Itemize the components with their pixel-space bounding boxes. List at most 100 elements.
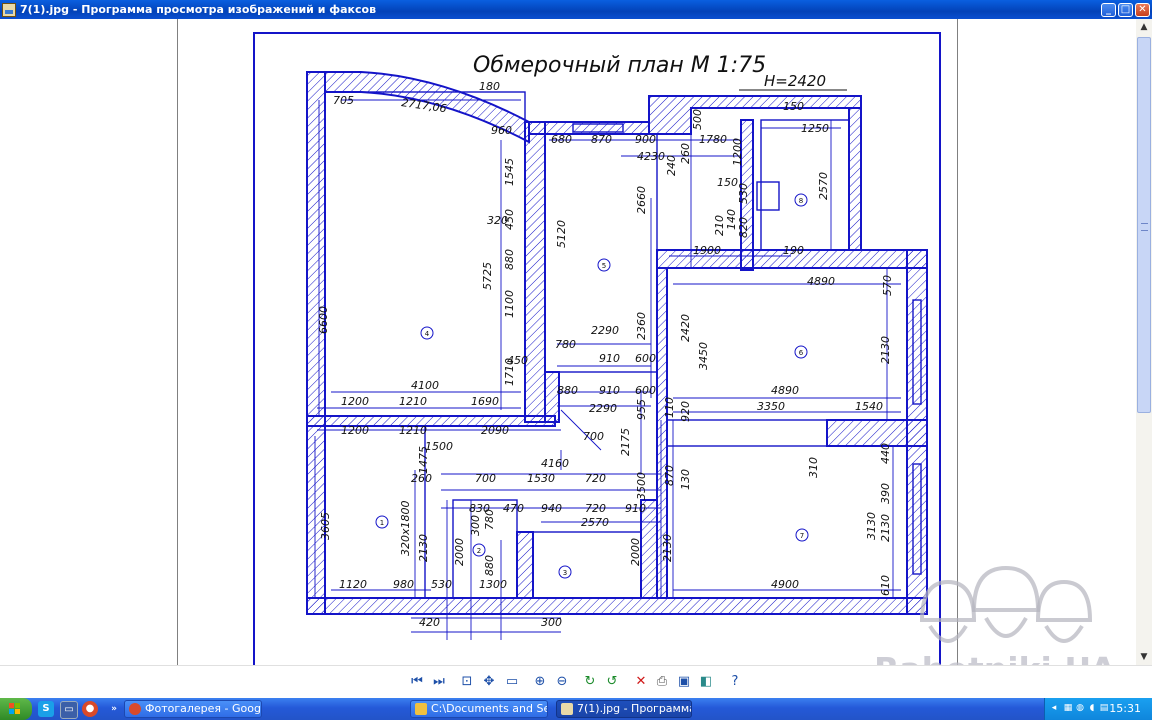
vertical-scrollbar[interactable]: ▲ ▼ — [1136, 19, 1152, 665]
dim-label: 310 — [807, 457, 820, 478]
dim-label: 870 — [663, 465, 676, 486]
dim-label: 2290 — [589, 402, 617, 415]
dim-label: 1210 — [399, 395, 427, 408]
system-tray: ◂ ▦ ◍ ◖ ▤ 15:31 — [1044, 698, 1152, 720]
dim-label: 880 — [483, 555, 496, 576]
skype-icon[interactable]: S — [38, 701, 54, 717]
slideshow-icon[interactable]: ▭ — [503, 673, 521, 691]
dim-label: 600 — [635, 352, 656, 365]
viewer-background-left — [0, 19, 177, 665]
dim-label: 955 — [635, 399, 648, 420]
dim-label: 2130 — [661, 534, 674, 562]
dim-label: 240 — [665, 155, 678, 176]
dim-label: 940 — [541, 502, 562, 515]
volume-icon[interactable]: ◖ — [1087, 703, 1097, 713]
dim-label: 420 — [419, 616, 440, 629]
dim-label: 440 — [879, 443, 892, 464]
displayed-image[interactable]: Обмерочный план М 1:75 Н=2420 1 2 3 4 5 … — [177, 19, 958, 665]
start-button[interactable] — [0, 698, 32, 720]
dim-label: 1545 — [503, 158, 516, 186]
taskbar-item-label: C:\Documents and Se... — [431, 702, 548, 715]
room-number-4: 4 — [425, 330, 430, 338]
rotate-ccw-icon[interactable]: ↺ — [603, 673, 621, 691]
zoom-in-icon[interactable]: ⊕ — [531, 673, 549, 691]
windows-logo-icon — [9, 703, 20, 714]
dim-label: 320x1800 — [399, 500, 412, 556]
dim-label: 3500 — [635, 472, 648, 500]
delete-icon[interactable]: ✕ — [632, 673, 650, 691]
prev-image-icon[interactable]: ⏮ — [408, 673, 426, 691]
dim-label: 600 — [635, 384, 656, 397]
dim-label: 150 — [783, 100, 804, 113]
dim-label: 980 — [393, 578, 414, 591]
dim-label: 2000 — [453, 538, 466, 566]
language-flag-icon[interactable]: ▤ — [1099, 703, 1109, 713]
dim-label: 500 — [691, 109, 704, 130]
dim-label: 3450 — [697, 342, 710, 370]
taskbar-item-chrome[interactable]: Фотогалерея - Googl... — [124, 700, 262, 718]
dim-label: 150 — [717, 176, 738, 189]
quicklaunch-more-icon[interactable]: » — [106, 701, 122, 717]
tray-expand-icon[interactable]: ◂ — [1049, 703, 1059, 713]
actual-size-icon[interactable]: ✥ — [480, 673, 498, 691]
network-icon[interactable]: ▦ — [1063, 703, 1073, 713]
scroll-down-arrow-icon[interactable]: ▼ — [1136, 649, 1152, 665]
rotate-cw-icon[interactable]: ↻ — [581, 673, 599, 691]
dim-label: 3605 — [319, 512, 332, 540]
taskbar-item-image-viewer[interactable]: 7(1).jpg - Программа... — [556, 700, 692, 718]
dim-label: 700 — [475, 472, 496, 485]
dim-label: 4900 — [771, 578, 799, 591]
maximize-button[interactable]: □ — [1118, 2, 1133, 17]
watermark-logo — [919, 565, 1093, 643]
zoom-out-icon[interactable]: ⊖ — [553, 673, 571, 691]
dim-label: 1690 — [471, 395, 499, 408]
taskbar-item-explorer[interactable]: C:\Documents and Se... — [410, 700, 548, 718]
plan-height-label: Н=2420 — [764, 72, 826, 90]
dim-label: 1530 — [527, 472, 555, 485]
dim-label: 2175 — [619, 428, 632, 456]
scroll-up-arrow-icon[interactable]: ▲ — [1136, 19, 1152, 35]
dim-label: 300 — [469, 515, 482, 536]
taskbar-item-label: Фотогалерея - Googl... — [145, 702, 262, 715]
room-number-7: 7 — [800, 532, 804, 540]
image-viewer-icon — [2, 2, 16, 17]
dim-label: 880 — [557, 384, 578, 397]
dim-label: 2290 — [591, 324, 619, 337]
security-icon[interactable]: ◍ — [1075, 703, 1085, 713]
window-title-bar[interactable]: 7(1).jpg - Программа просмотра изображен… — [0, 0, 1152, 19]
dim-label: 700 — [583, 430, 604, 443]
dim-label: 1200 — [731, 138, 744, 166]
scrollbar-thumb[interactable] — [1137, 37, 1151, 413]
dim-label: 610 — [879, 575, 892, 596]
dim-label: 2660 — [635, 186, 648, 214]
dim-label: 5120 — [555, 220, 568, 248]
dim-label: 1210 — [399, 424, 427, 437]
dim-label: 4230 — [637, 150, 665, 163]
open-with-icon[interactable]: ◧ — [697, 673, 715, 691]
dim-label: 780 — [483, 509, 496, 530]
dim-label: 2090 — [481, 424, 509, 437]
dim-label: 910 — [599, 384, 620, 397]
save-icon[interactable]: ▣ — [675, 673, 693, 691]
dim-label: 2570 — [817, 172, 830, 200]
close-button[interactable]: ✕ — [1135, 2, 1150, 17]
dim-label: 2420 — [679, 314, 692, 342]
minimize-button[interactable]: _ — [1101, 2, 1116, 17]
print-icon[interactable]: ⎙ — [653, 673, 671, 691]
dim-label: 820 — [737, 217, 750, 238]
dim-label: 705 — [333, 94, 354, 107]
best-fit-icon[interactable]: ⊡ — [458, 673, 476, 691]
next-image-icon[interactable]: ⏭ — [430, 673, 448, 691]
dim-label: 2000 — [629, 538, 642, 566]
floor-plan-drawing: Обмерочный план М 1:75 Н=2420 1 2 3 4 5 … — [253, 32, 941, 665]
dim-label: 1100 — [503, 290, 516, 318]
dim-label: 910 — [599, 352, 620, 365]
help-icon[interactable]: ? — [726, 673, 744, 691]
dim-label: 1300 — [479, 578, 507, 591]
chrome-icon[interactable]: ● — [82, 701, 98, 717]
dim-label: 910 — [625, 502, 646, 515]
show-desktop-icon[interactable]: ▭ — [60, 701, 78, 719]
chrome-icon — [129, 703, 141, 715]
dim-label: 720 — [585, 502, 606, 515]
dim-label: 1120 — [339, 578, 367, 591]
